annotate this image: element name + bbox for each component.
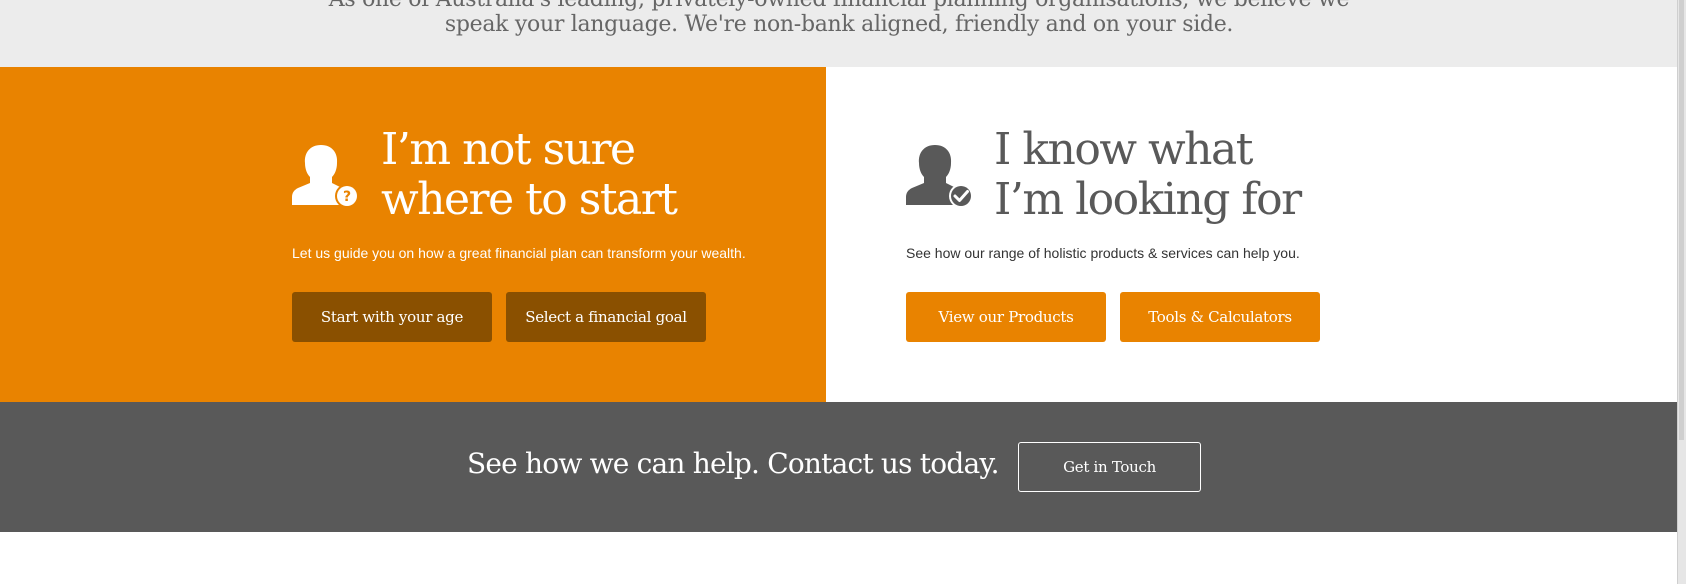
contact-band: See how we can help. Contact us today. G… xyxy=(0,402,1678,532)
scrollbar-thumb[interactable] xyxy=(1679,0,1684,440)
vertical-scrollbar[interactable] xyxy=(1677,0,1686,584)
contact-text: See how we can help. Contact us today. xyxy=(467,447,1000,480)
tools-calculators-button[interactable]: Tools & Calculators xyxy=(1120,292,1320,342)
know-what-description: See how our range of holistic products &… xyxy=(906,245,1300,261)
know-what-panel: I know what I’m looking for See how our … xyxy=(826,67,1678,402)
know-what-heading-line-1: I know what xyxy=(994,124,1253,175)
not-sure-description: Let us guide you on how a great financia… xyxy=(292,245,746,261)
start-with-age-button[interactable]: Start with your age xyxy=(292,292,492,342)
intro-text-line-2: speak your language. We're non-bank alig… xyxy=(444,12,1234,37)
intro-band: As one of Australia's leading, privately… xyxy=(0,0,1678,67)
not-sure-heading-line-1: I’m not sure xyxy=(381,124,636,175)
person-check-icon xyxy=(906,145,973,208)
view-products-button[interactable]: View our Products xyxy=(906,292,1106,342)
know-what-heading-line-2: I’m looking for xyxy=(994,174,1302,225)
know-what-heading: I know what I’m looking for xyxy=(994,124,1302,225)
person-question-icon: ? xyxy=(292,145,359,208)
page: As one of Australia's leading, privately… xyxy=(0,0,1678,584)
intro-text-line-1: As one of Australia's leading, privately… xyxy=(0,0,1678,12)
page-footer-space xyxy=(0,532,1678,584)
not-sure-panel: ? I’m not sure where to start Let us gui… xyxy=(0,67,826,402)
get-in-touch-button[interactable]: Get in Touch xyxy=(1018,442,1201,492)
select-financial-goal-button[interactable]: Select a financial goal xyxy=(506,292,706,342)
not-sure-heading-line-2: where to start xyxy=(381,174,678,225)
not-sure-heading: I’m not sure where to start xyxy=(381,124,678,225)
svg-text:?: ? xyxy=(343,189,351,205)
